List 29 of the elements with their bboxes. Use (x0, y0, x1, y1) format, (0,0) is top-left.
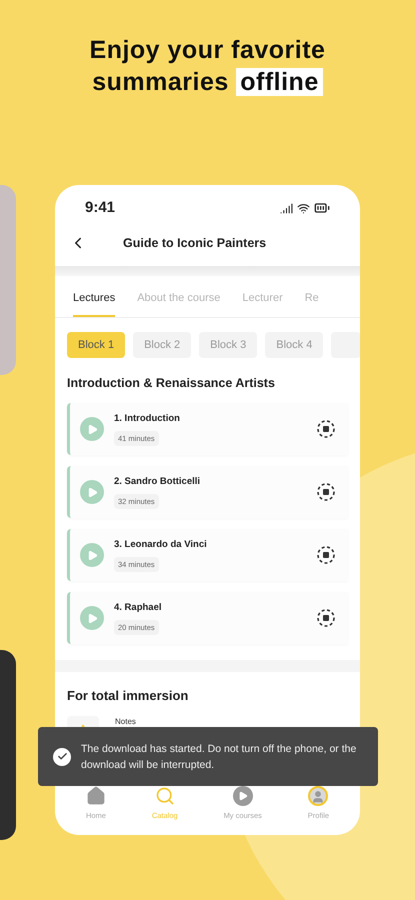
status-time: 9:41 (85, 198, 116, 218)
lesson-title: 3. Leonardo da Vinci (114, 538, 208, 552)
lesson-title: 2. Sandro Botticelli (114, 475, 202, 490)
section-title: Introduction & Renaissance Artists (66, 375, 276, 392)
lesson-title: 1. Introduction (114, 412, 181, 426)
tab[interactable]: Re (304, 290, 319, 317)
download-stop-icon[interactable] (316, 482, 336, 502)
tab[interactable]: About the course (137, 290, 220, 317)
block-chip[interactable]: Block 1 (67, 332, 126, 358)
signal-icon (280, 202, 293, 215)
extra-item-label: Notes (115, 716, 136, 728)
block-chip[interactable]: Block 3 (199, 332, 258, 358)
download-stop-icon[interactable] (316, 545, 336, 565)
search-icon (154, 786, 175, 806)
block-chip[interactable]: Block 4 (265, 332, 324, 358)
avatar-icon (308, 786, 328, 806)
download-stop-icon[interactable] (316, 419, 336, 439)
headline: Enjoy your favorite summaries offline (90, 35, 326, 98)
section-title: For total immersion (66, 687, 190, 705)
screen-title: Guide to Iconic Painters (123, 234, 266, 252)
tab[interactable]: Lectures (73, 290, 116, 317)
tab[interactable]: Lecturer (242, 290, 283, 317)
check-icon (53, 748, 71, 766)
lesson-title: 4. Raphael (114, 601, 163, 616)
toast-message: The download has started. Do not turn off the phone, or the download will be interrupted. (81, 742, 358, 772)
block-chip[interactable]: Block 2 (133, 332, 192, 358)
play-icon (232, 786, 253, 806)
download-stop-icon[interactable] (316, 608, 336, 628)
home-icon (86, 786, 106, 806)
